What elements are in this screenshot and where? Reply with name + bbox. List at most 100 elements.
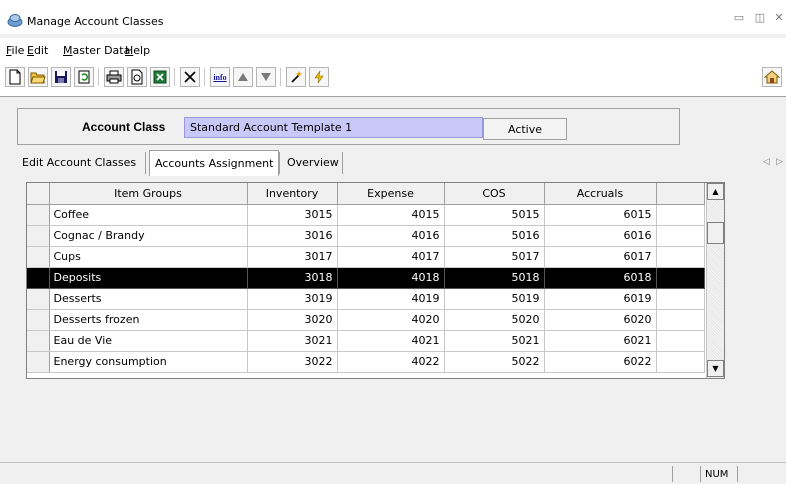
grid-header-row: Item Groups Inventory Expense COS Accrua…: [27, 183, 705, 205]
accruals-cell[interactable]: 6016: [544, 225, 657, 247]
cos-cell[interactable]: 5016: [444, 225, 545, 247]
table-row[interactable]: Eau de Vie 3021 4021 5021 6021: [27, 330, 705, 352]
expense-cell[interactable]: 4019: [337, 288, 445, 310]
accruals-cell[interactable]: 6015: [544, 204, 657, 226]
menu-edit[interactable]: Edit: [27, 44, 48, 57]
expense-cell[interactable]: 4021: [337, 330, 445, 352]
status-separator: [737, 466, 738, 482]
move-up-icon[interactable]: [233, 67, 253, 87]
expense-cell[interactable]: 4017: [337, 246, 445, 268]
new-document-icon[interactable]: [5, 67, 25, 87]
accruals-cell[interactable]: 6019: [544, 288, 657, 310]
cos-cell[interactable]: 5015: [444, 204, 545, 226]
tab-scroll-right-icon[interactable]: ▷: [776, 157, 783, 167]
delete-icon[interactable]: [180, 67, 200, 87]
open-folder-icon[interactable]: [28, 67, 48, 87]
lightning-icon[interactable]: [309, 67, 329, 87]
menu-file[interactable]: File: [6, 44, 24, 57]
inventory-cell[interactable]: 3018: [247, 267, 338, 289]
minimize-icon[interactable]: ▭: [732, 11, 746, 24]
accruals-cell[interactable]: 6021: [544, 330, 657, 352]
inventory-cell[interactable]: 3020: [247, 309, 338, 331]
expense-cell[interactable]: 4018: [337, 267, 445, 289]
row-selector[interactable]: [27, 330, 50, 352]
scrollbar-thumb[interactable]: [707, 222, 724, 244]
item-group-cell[interactable]: Coffee: [49, 204, 248, 226]
scroll-down-icon[interactable]: ▼: [707, 360, 724, 377]
inventory-cell[interactable]: 3021: [247, 330, 338, 352]
column-header-inventory[interactable]: Inventory: [247, 183, 338, 205]
cos-cell[interactable]: 5022: [444, 351, 545, 373]
expense-cell[interactable]: 4016: [337, 225, 445, 247]
inventory-cell[interactable]: 3017: [247, 246, 338, 268]
column-header-accruals[interactable]: Accruals: [544, 183, 657, 205]
refresh-icon[interactable]: [74, 67, 94, 87]
row-selector[interactable]: [27, 204, 50, 226]
cos-cell[interactable]: 5020: [444, 309, 545, 331]
row-selector[interactable]: [27, 225, 50, 247]
table-row[interactable]: Coffee 3015 4015 5015 6015: [27, 204, 705, 226]
table-row[interactable]: Energy consumption 3022 4022 5022 6022: [27, 351, 705, 373]
move-down-icon[interactable]: [256, 67, 276, 87]
row-selector[interactable]: [27, 267, 50, 289]
scroll-up-icon[interactable]: ▲: [707, 183, 724, 200]
item-group-cell[interactable]: Cognac / Brandy: [49, 225, 248, 247]
table-row[interactable]: Cups 3017 4017 5017 6017: [27, 246, 705, 268]
tab-accounts-assignment[interactable]: Accounts Assignment: [149, 150, 280, 176]
tab-edit-account-classes[interactable]: Edit Account Classes: [17, 150, 141, 176]
row-selector[interactable]: [27, 351, 50, 373]
menu-help[interactable]: Help: [125, 44, 150, 57]
item-group-cell[interactable]: Desserts frozen: [49, 309, 248, 331]
expense-cell[interactable]: 4015: [337, 204, 445, 226]
print-icon[interactable]: [104, 67, 124, 87]
cos-cell[interactable]: 5017: [444, 246, 545, 268]
info-label: info: [213, 72, 227, 82]
accruals-cell[interactable]: 6022: [544, 351, 657, 373]
excel-export-icon[interactable]: [150, 67, 170, 87]
save-icon[interactable]: [51, 67, 71, 87]
wizard-icon[interactable]: [286, 67, 306, 87]
row-selector[interactable]: [27, 246, 50, 268]
item-group-cell[interactable]: Desserts: [49, 288, 248, 310]
home-icon[interactable]: [762, 67, 782, 87]
inventory-cell[interactable]: 3022: [247, 351, 338, 373]
active-status-button[interactable]: Active: [483, 118, 567, 140]
item-group-cell[interactable]: Cups: [49, 246, 248, 268]
column-header-expense[interactable]: Expense: [337, 183, 445, 205]
accruals-cell[interactable]: 6017: [544, 246, 657, 268]
vertical-scrollbar[interactable]: ▲ ▼: [706, 183, 724, 378]
accruals-cell[interactable]: 6018: [544, 267, 657, 289]
toolbar-separator: [204, 68, 205, 86]
toolbar: info: [0, 58, 786, 96]
restore-icon[interactable]: ◫: [753, 11, 767, 24]
tab-overview[interactable]: Overview: [282, 150, 344, 176]
table-row[interactable]: Cognac / Brandy 3016 4016 5016 6016: [27, 225, 705, 247]
item-group-cell[interactable]: Deposits: [49, 267, 248, 289]
table-row[interactable]: Deposits 3018 4018 5018 6018: [27, 267, 705, 289]
filler-cell: [656, 267, 705, 289]
tab-scroll-left-icon[interactable]: ◁: [763, 157, 770, 167]
inventory-cell[interactable]: 3019: [247, 288, 338, 310]
expense-cell[interactable]: 4022: [337, 351, 445, 373]
menu-master-data[interactable]: Master Data: [63, 44, 130, 57]
row-selector[interactable]: [27, 288, 50, 310]
print-preview-icon[interactable]: [127, 67, 147, 87]
row-selector-header: [27, 183, 50, 205]
account-class-field[interactable]: Standard Account Template 1: [184, 117, 483, 138]
accruals-cell[interactable]: 6020: [544, 309, 657, 331]
expense-cell[interactable]: 4020: [337, 309, 445, 331]
inventory-cell[interactable]: 3016: [247, 225, 338, 247]
table-row[interactable]: Desserts 3019 4019 5019 6019: [27, 288, 705, 310]
cos-cell[interactable]: 5021: [444, 330, 545, 352]
table-row[interactable]: Desserts frozen 3020 4020 5020 6020: [27, 309, 705, 331]
close-icon[interactable]: ✕: [772, 11, 786, 24]
cos-cell[interactable]: 5019: [444, 288, 545, 310]
info-icon[interactable]: info: [210, 67, 230, 87]
item-group-cell[interactable]: Eau de Vie: [49, 330, 248, 352]
item-group-cell[interactable]: Energy consumption: [49, 351, 248, 373]
column-header-item-groups[interactable]: Item Groups: [49, 183, 248, 205]
inventory-cell[interactable]: 3015: [247, 204, 338, 226]
column-header-cos[interactable]: COS: [444, 183, 545, 205]
cos-cell[interactable]: 5018: [444, 267, 545, 289]
row-selector[interactable]: [27, 309, 50, 331]
